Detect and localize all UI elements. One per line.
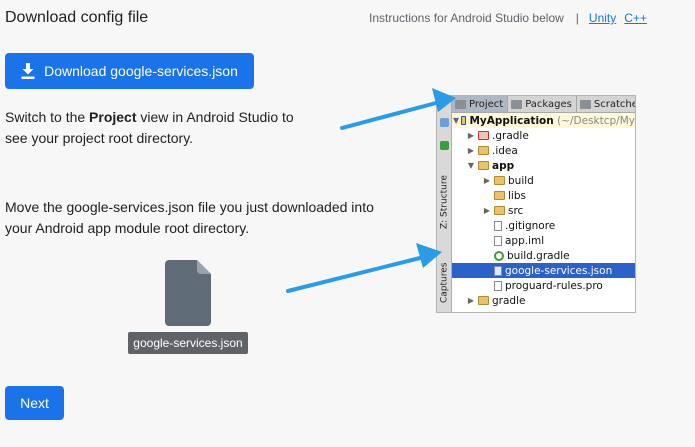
- packages-icon: [511, 99, 523, 109]
- tree-item[interactable]: ▼ app: [452, 158, 635, 173]
- chevron-right-icon[interactable]: ▶: [482, 176, 492, 185]
- tree-item[interactable]: .gitignore: [452, 218, 635, 233]
- tree-item[interactable]: app.iml: [452, 233, 635, 248]
- project-tabs: Project Packages Scratches: [452, 96, 635, 113]
- tree-item[interactable]: ▶ .idea: [452, 143, 635, 158]
- folder-icon: [478, 146, 489, 155]
- folder-icon: [494, 206, 505, 215]
- android-studio-project-view: Z: Structure Captures Project Packages S…: [436, 95, 636, 313]
- instructions-bar: Instructions for Android Studio below | Un…: [369, 11, 647, 25]
- tab-scratches[interactable]: Scratches: [577, 96, 635, 112]
- folder-icon: [478, 161, 489, 170]
- tree-item[interactable]: libs: [452, 188, 635, 203]
- download-icon: [21, 63, 35, 79]
- step1-text: Switch to the Project view in Android St…: [5, 109, 294, 146]
- scratches-icon: [579, 99, 591, 109]
- chevron-right-icon[interactable]: ▶: [482, 206, 492, 215]
- tree-item-google-services-json[interactable]: google-services.json: [452, 263, 635, 278]
- unity-link[interactable]: Unity: [589, 11, 616, 25]
- file-name-chip: google-services.json: [128, 332, 248, 354]
- tree-item[interactable]: ▶ src: [452, 203, 635, 218]
- json-file-icon: [494, 265, 502, 276]
- gradle-icon: [494, 250, 504, 261]
- tree-item[interactable]: ▶ build: [452, 173, 635, 188]
- tool-window-strip: Z: Structure Captures: [437, 96, 452, 312]
- download-config-button[interactable]: Download google-services.json: [5, 53, 254, 89]
- tab-packages[interactable]: Packages: [508, 96, 577, 112]
- captures-side-tab[interactable]: Captures: [438, 258, 451, 308]
- instructions-text: Instructions for Android Studio below: [369, 11, 564, 25]
- file-icon: [494, 220, 502, 231]
- chevron-right-icon[interactable]: ▶: [466, 131, 476, 140]
- folder-icon: [494, 191, 505, 200]
- chevron-right-icon[interactable]: ▶: [466, 296, 476, 305]
- chevron-right-icon[interactable]: ▶: [466, 146, 476, 155]
- folder-icon: [494, 176, 505, 185]
- tool-icon: [440, 118, 449, 127]
- file-icon: [494, 280, 502, 291]
- cpp-link[interactable]: C++: [624, 11, 647, 25]
- next-button[interactable]: Next: [5, 386, 64, 420]
- tree-item-root[interactable]: ▼ MyApplication (~/Desktcp/My: [452, 113, 635, 128]
- page-title: Download config file: [5, 9, 149, 26]
- step2-text: Move the google-services.json file you j…: [5, 199, 374, 236]
- folder-icon: [478, 296, 489, 305]
- separator: |: [575, 11, 579, 25]
- tree-item[interactable]: ▶ .gradle: [452, 128, 635, 143]
- tree-item[interactable]: build.gradle: [452, 248, 635, 263]
- project-icon: [455, 99, 466, 109]
- chevron-down-icon[interactable]: ▼: [453, 116, 459, 125]
- folder-root-icon: [461, 116, 467, 125]
- tree-item[interactable]: ▶ gradle: [452, 293, 635, 308]
- file-icon: [494, 235, 502, 246]
- project-tree: ▼ MyApplication (~/Desktcp/My ▶ .gradle ▶.…: [452, 113, 635, 312]
- file-icon: [165, 260, 211, 326]
- tree-item[interactable]: proguard-rules.pro: [452, 278, 635, 293]
- tool-icon: [440, 141, 449, 150]
- structure-side-tab[interactable]: Z: Structure: [438, 171, 451, 233]
- tab-project[interactable]: Project: [452, 96, 509, 112]
- project-view-emphasis: Project: [89, 109, 137, 125]
- folder-icon: [478, 131, 489, 140]
- arrow-to-json-file: [286, 243, 442, 293]
- download-button-label: Download google-services.json: [44, 63, 238, 79]
- chevron-down-icon[interactable]: ▼: [466, 161, 476, 170]
